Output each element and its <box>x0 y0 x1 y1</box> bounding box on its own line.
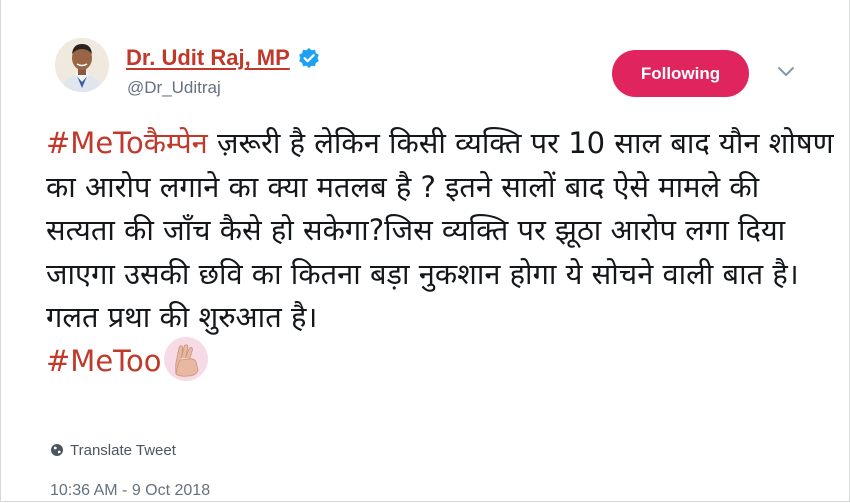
translate-tweet-link[interactable]: Translate Tweet <box>50 440 176 460</box>
hashtag-metoo[interactable]: #MeToo <box>46 344 161 378</box>
author-name[interactable]: Dr. Udit Raj, MP <box>126 45 290 71</box>
verified-badge-icon <box>298 47 320 69</box>
globe-icon <box>51 444 63 456</box>
author-row: Dr. Udit Raj, MP <box>126 44 320 72</box>
tweet-text: #MeToकैम्पेन ज़रूरी है लेकिन किसी व्यक्त… <box>46 122 836 383</box>
chevron-down-icon[interactable] <box>776 64 796 78</box>
hashtag-metoo-campaign[interactable]: #MeToकैम्पेन <box>46 126 208 160</box>
author-handle[interactable]: @Dr_Uditraj <box>127 78 221 98</box>
avatar[interactable] <box>55 38 109 92</box>
following-button[interactable]: Following <box>612 50 749 97</box>
profile-photo <box>55 38 109 92</box>
raised-hand-emoji <box>163 336 209 382</box>
tweet-timestamp[interactable]: 10:36 AM - 9 Oct 2018 <box>50 482 210 500</box>
translate-label: Translate Tweet <box>70 441 176 459</box>
